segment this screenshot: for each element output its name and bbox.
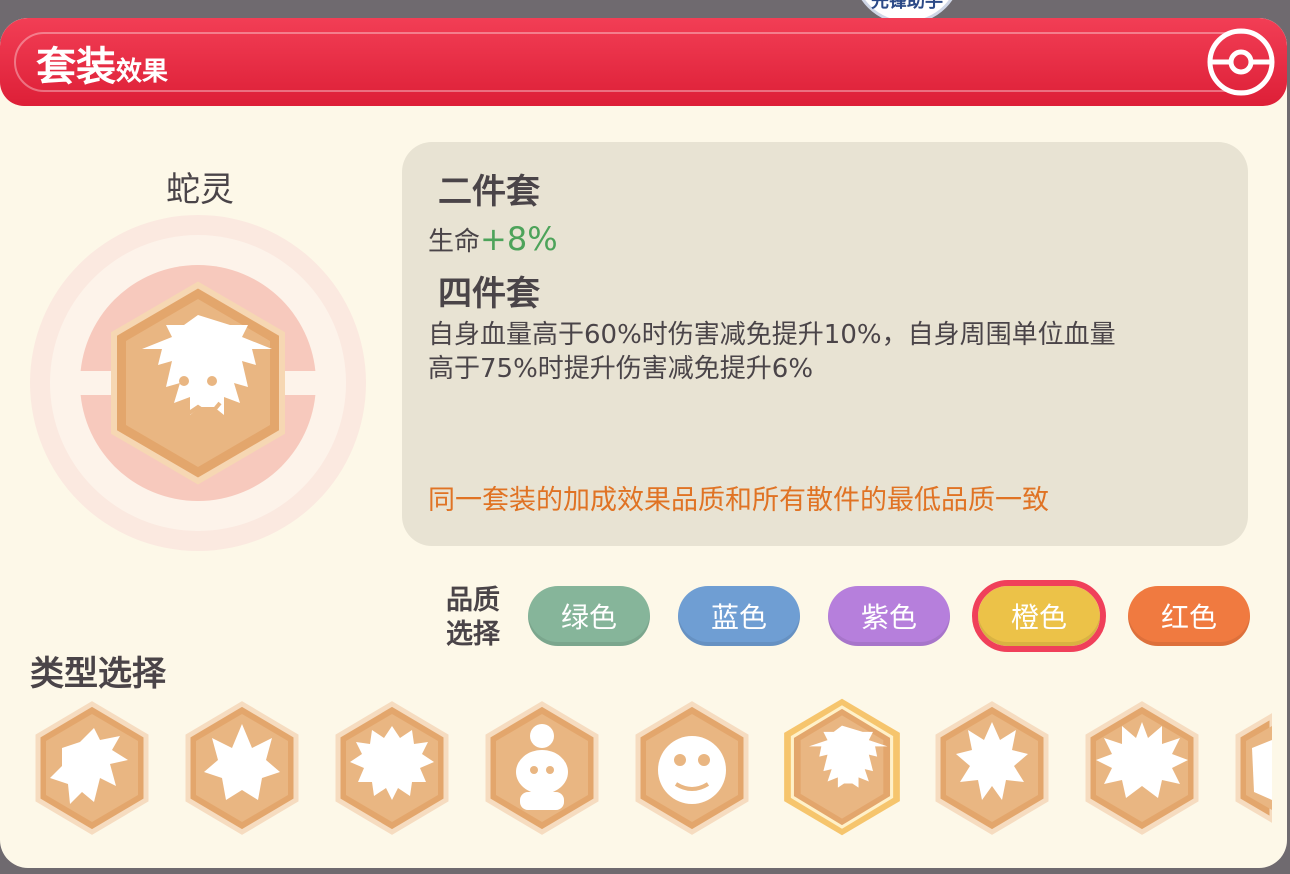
type-item-dragon[interactable] [32,698,152,838]
flame-emblem-icon [935,701,1049,835]
two-piece-stat: 生命 [428,227,481,257]
partial-emblem-icon [1235,713,1272,823]
four-piece-effect: 自身血量高于60%时伤害减免提升10%，自身周围单位血量 高于75%时提升伤害减… [428,318,1228,386]
panel-header: 套装 效果 [0,18,1287,106]
four-piece-title: 四件套 [438,274,540,314]
quality-button-purple[interactable]: 紫色 [828,586,950,646]
type-item-partial[interactable] [1232,698,1272,838]
two-piece-title: 二件套 [438,172,540,212]
type-selection-title: 类型选择 [30,654,166,694]
pokeball-icon[interactable] [1205,26,1277,98]
type-item-fish[interactable] [482,698,602,838]
set-effect-panel: 套装 效果 蛇灵 二件套 生命+8% 四件套 自身血量高于60%时伤害减免提升1… [0,18,1287,868]
four-piece-line-2: 高于75%时提升伤害减免提升6% [428,354,814,384]
snake-spirit-emblem-icon [784,698,900,836]
quality-label: 品质 选择 [440,584,506,652]
type-selection-row [0,698,1287,848]
top-badge-label: 先锋助手 [871,0,943,12]
horned-beast-emblem-icon [185,701,299,835]
header-inner-border [14,32,1274,92]
type-item-lion[interactable] [332,698,452,838]
ghost-emblem-icon [1085,701,1199,835]
quality-note: 同一套装的加成效果品质和所有散件的最低品质一致 [428,485,1049,516]
header-title-small: 效果 [116,57,169,87]
quality-button-red[interactable]: 红色 [1128,586,1250,646]
quality-label-line-2: 选择 [446,619,500,650]
set-emblem [28,213,368,553]
type-item-ghost[interactable] [1082,698,1202,838]
quality-label-line-1: 品质 [446,585,500,616]
quality-button-orange[interactable]: 橙色 [972,580,1106,652]
two-piece-value: +8% [480,220,558,258]
type-item-horned-beast[interactable] [182,698,302,838]
dragon-emblem-icon [35,701,149,835]
golem-emblem-icon [635,701,749,835]
header-title: 套装 效果 [36,34,168,92]
quality-button-blue[interactable]: 蓝色 [678,586,800,646]
two-piece-effect: 生命+8% [428,220,558,258]
type-item-snake-spirit[interactable] [780,692,904,842]
snake-spirit-large-icon [30,215,366,551]
lion-emblem-icon [335,701,449,835]
set-description-box: 二件套 生命+8% 四件套 自身血量高于60%时伤害减免提升10%，自身周围单位… [402,142,1248,546]
type-item-flame[interactable] [932,698,1052,838]
fish-emblem-icon [485,701,599,835]
quality-button-green[interactable]: 绿色 [528,586,650,646]
four-piece-line-1: 自身血量高于60%时伤害减免提升10%，自身周围单位血量 [428,320,1116,350]
header-title-big: 套装 [36,44,116,90]
set-name: 蛇灵 [166,170,234,210]
type-item-golem[interactable] [632,698,752,838]
